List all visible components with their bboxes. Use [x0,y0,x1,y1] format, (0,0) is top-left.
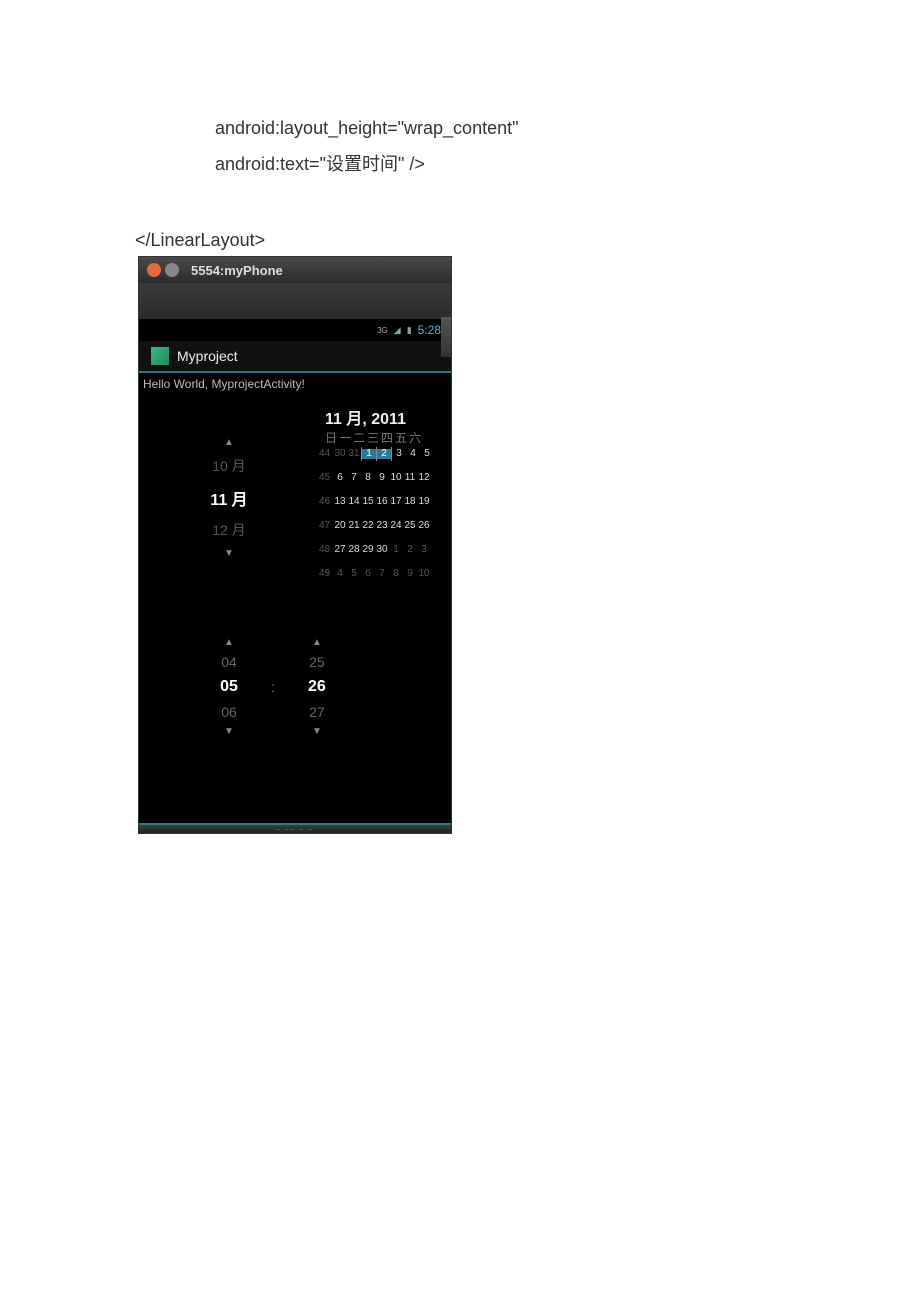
week-number: 49 [319,569,333,579]
calendar-day[interactable]: 10 [417,569,431,579]
calendar-day[interactable]: 15 [361,497,375,507]
calendar-day[interactable]: 29 [361,545,375,555]
calendar-daysofweek: 日一二三四五六 [325,429,423,446]
code-snippet: android:layout_height="wrap_content" and… [215,112,519,181]
calendar-day[interactable]: 1 [389,545,403,555]
android-statusbar: 3G ◢ ▮ 5:28 [139,319,451,341]
calendar-day[interactable]: 4 [333,569,347,579]
month-current[interactable]: 11 月 [189,486,269,510]
calendar-row: 4827282930123 [319,543,434,557]
calendar-day[interactable]: 2 [377,449,391,459]
calendar-day[interactable]: 18 [403,497,417,507]
calendar-day[interactable]: 7 [375,569,389,579]
hour-picker[interactable]: 04 05 06 [199,637,259,737]
hour-down-icon[interactable] [199,726,259,737]
calendar-day[interactable]: 5 [347,569,361,579]
emulator-title: 5554:myPhone [191,263,283,278]
app-actionbar: Myproject [139,341,451,373]
month-picker[interactable]: 10 月 11 月 12 月 [189,437,269,559]
calendar-row: 4613141516171819 [319,495,434,509]
calendar-day[interactable]: 25 [403,521,417,531]
scrollbar[interactable] [441,317,451,357]
code-line-1: android:layout_height="wrap_content" [215,112,519,144]
time-colon: : [271,679,275,695]
calendar-day[interactable]: 9 [375,473,389,483]
hour-prev[interactable]: 04 [199,654,259,670]
calendar-day[interactable]: 27 [333,545,347,555]
calendar-day[interactable]: 20 [333,521,347,531]
week-number: 44 [319,449,333,459]
battery-icon: ▮ [407,325,412,336]
code-line-2: android:text="设置时间" /> [215,148,519,180]
app-content: 11 月, 2011 日一二三四五六 10 月 11 月 12 月 443031… [139,397,451,823]
calendar-day[interactable]: 30 [375,545,389,555]
calendar-day[interactable]: 21 [347,521,361,531]
minute-current[interactable]: 26 [287,678,347,696]
calendar-day[interactable]: 9 [403,569,417,579]
calendar-day[interactable]: 28 [347,545,361,555]
hello-text: Hello World, MyprojectActivity! [139,373,451,397]
calendar-day[interactable]: 13 [333,497,347,507]
calendar-day[interactable]: 1 [362,449,376,459]
calendar-day[interactable]: 6 [333,473,347,483]
hour-current[interactable]: 05 [199,678,259,696]
calendar-day[interactable]: 10 [389,473,403,483]
calendar-day[interactable]: 12 [417,473,431,483]
calendar-day[interactable]: 8 [361,473,375,483]
week-number: 47 [319,521,333,531]
calendar-header: 11 月, 2011 [325,405,406,429]
calendar-day[interactable]: 30 [333,449,347,459]
minute-next[interactable]: 27 [287,704,347,720]
emulator-bottombar: ‒ ‒‒ ‒ ‒ [139,823,451,833]
calendar-day[interactable]: 5 [420,449,434,459]
calendar-day[interactable]: 2 [403,545,417,555]
hour-up-icon[interactable] [199,637,259,648]
minute-picker[interactable]: 25 26 27 [287,637,347,737]
minute-down-icon[interactable] [287,726,347,737]
calendar-day[interactable]: 11 [403,473,417,483]
calendar-day[interactable]: 31 [347,449,361,459]
app-icon [151,347,169,365]
calendar-day[interactable]: 7 [347,473,361,483]
calendar-day[interactable]: 8 [389,569,403,579]
close-icon[interactable] [147,263,161,277]
app-title: Myproject [177,348,238,364]
calendar-day[interactable]: 19 [417,497,431,507]
minimize-icon[interactable] [165,263,179,277]
calendar-day[interactable]: 6 [361,569,375,579]
calendar-day[interactable]: 26 [417,521,431,531]
month-down-icon[interactable] [189,548,269,559]
calendar-day[interactable]: 4 [406,449,420,459]
month-next[interactable]: 12 月 [189,520,269,540]
emulator-titlebar: 5554:myPhone [139,257,451,283]
calendar-row: 44303112345 [319,447,434,461]
week-number: 45 [319,473,333,483]
calendar-day[interactable]: 16 [375,497,389,507]
calendar-grid[interactable]: 4430311234545678910111246131415161718194… [319,447,434,591]
calendar-day[interactable]: 23 [375,521,389,531]
calendar-day[interactable]: 24 [389,521,403,531]
calendar-row: 456789101112 [319,471,434,485]
calendar-row: 4720212223242526 [319,519,434,533]
emulator-chrome [139,283,451,319]
calendar-day[interactable]: 17 [389,497,403,507]
calendar-day[interactable]: 22 [361,521,375,531]
emulator-window: 5554:myPhone 3G ◢ ▮ 5:28 Myproject Hello… [138,256,452,834]
month-prev[interactable]: 10 月 [189,456,269,476]
calendar-row: 4945678910 [319,567,434,581]
network-3g-icon: 3G [377,326,388,335]
hour-next[interactable]: 06 [199,704,259,720]
month-up-icon[interactable] [189,437,269,448]
calendar-day[interactable]: 14 [347,497,361,507]
week-number: 46 [319,497,333,507]
week-number: 48 [319,545,333,555]
calendar-day[interactable]: 3 [392,449,406,459]
time-picker[interactable]: 04 05 06 : 25 26 27 [199,637,347,737]
calendar-day[interactable]: 3 [417,545,431,555]
code-closing-tag: </LinearLayout> [135,230,265,251]
status-time: 5:28 [418,323,441,337]
signal-icon: ◢ [394,325,401,336]
minute-prev[interactable]: 25 [287,654,347,670]
minute-up-icon[interactable] [287,637,347,648]
